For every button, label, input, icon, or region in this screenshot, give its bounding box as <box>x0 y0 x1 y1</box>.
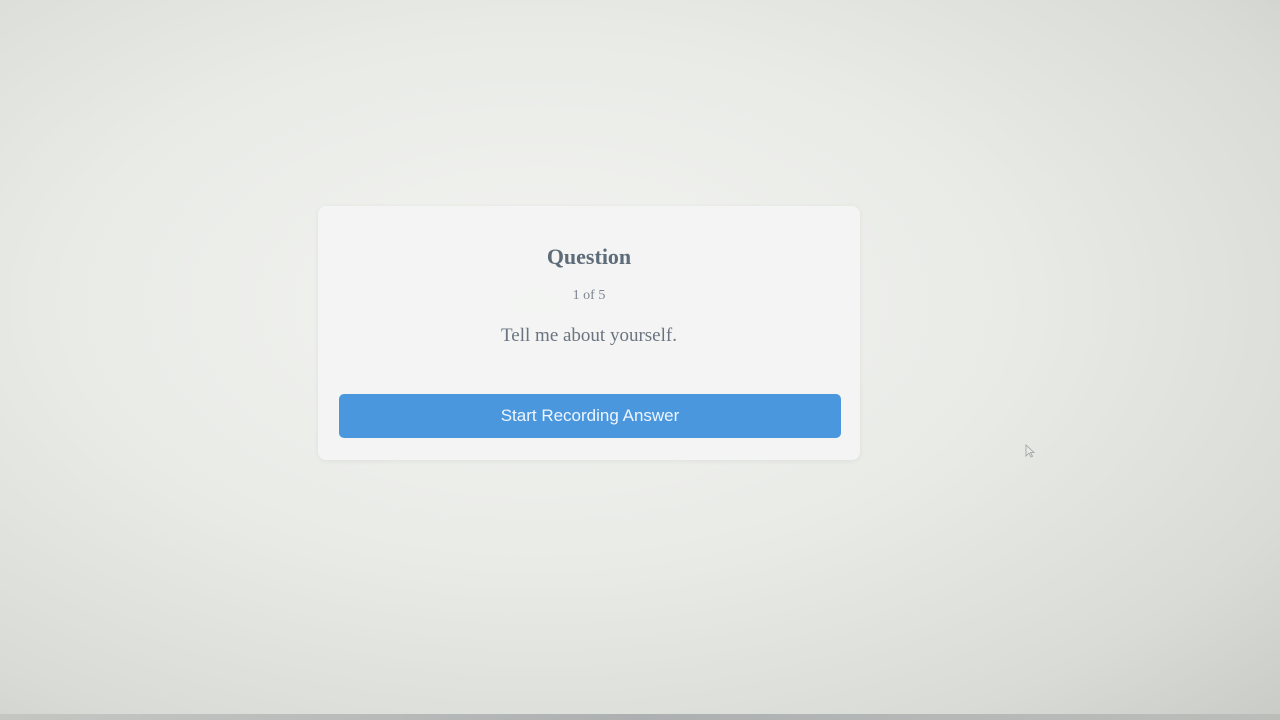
question-counter: 1 of 5 <box>572 288 606 303</box>
question-text: Tell me about yourself. <box>501 325 677 346</box>
question-card: Question 1 of 5 Tell me about yourself. … <box>318 206 860 460</box>
mouse-pointer-icon <box>1025 444 1035 458</box>
page: Question 1 of 5 Tell me about yourself. … <box>0 0 1280 720</box>
question-title: Question <box>546 244 632 269</box>
start-recording-button[interactable]: Start Recording Answer <box>339 394 841 438</box>
taskbar <box>0 714 1280 720</box>
